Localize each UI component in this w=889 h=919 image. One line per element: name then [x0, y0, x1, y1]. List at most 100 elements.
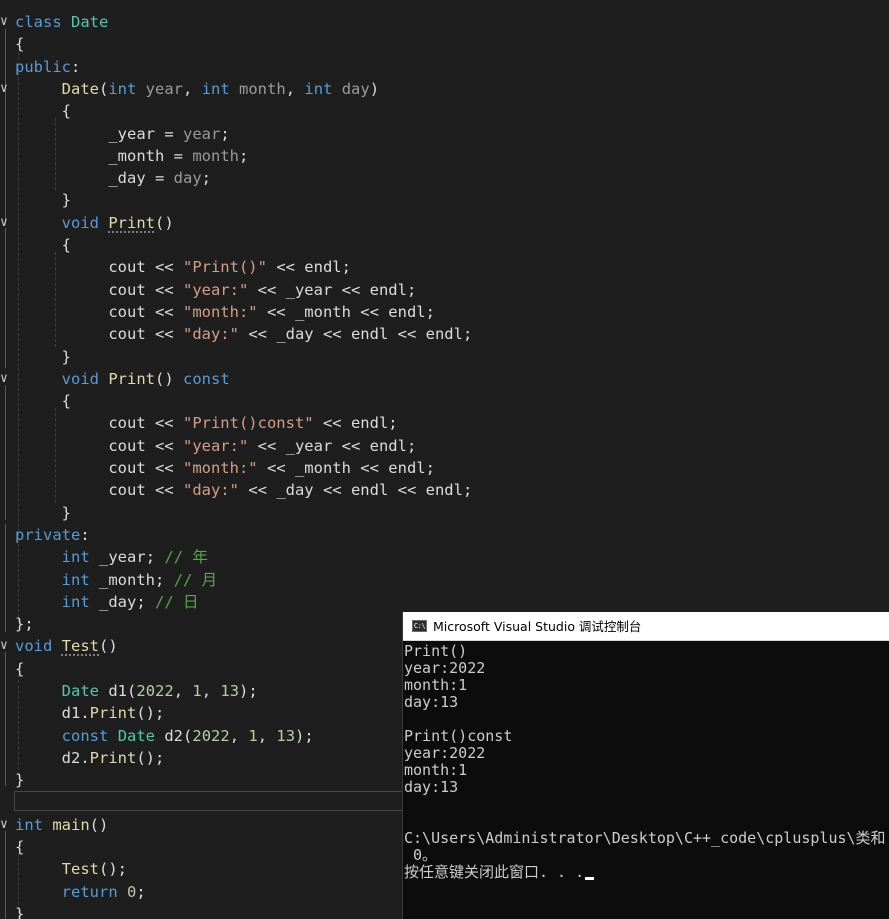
code-token: 2022	[136, 682, 174, 700]
code-token: :	[71, 58, 81, 76]
code-token: 0	[127, 883, 137, 901]
code-token: int	[201, 80, 230, 98]
scope-bar-class-2	[5, 228, 6, 368]
code-token: ,	[183, 80, 202, 98]
code-token: 1	[192, 682, 202, 700]
code-token: <<	[257, 303, 295, 321]
code-token: "month:"	[182, 303, 258, 321]
debug-console-window[interactable]: C:\ Microsoft Visual Studio 调试控制台 Print(…	[402, 612, 889, 919]
code-token: 13	[276, 727, 296, 745]
code-token: << endl << endl;	[313, 325, 473, 343]
code-token: };	[15, 615, 34, 633]
console-line-text: day:13	[404, 693, 459, 711]
code-token: Test	[61, 860, 99, 878]
code-token: << endl;	[332, 437, 417, 455]
code-token: }	[15, 504, 71, 522]
code-token: Print	[108, 370, 156, 388]
code-token: "month:"	[182, 459, 258, 477]
code-text: cout << "day:" << _day << endl << endl;	[15, 479, 472, 501]
code-token: Test	[61, 637, 99, 655]
code-token: _month	[108, 147, 165, 165]
console-line-text: 按任意键关闭此窗口. . .	[404, 863, 585, 881]
code-token: ;	[145, 548, 165, 566]
code-token: void	[61, 370, 99, 388]
code-token: {	[15, 35, 25, 53]
code-token: 13	[220, 682, 240, 700]
code-text: }	[15, 903, 24, 919]
code-token: {	[15, 660, 25, 678]
code-text: cout << "year:" << _year << endl;	[15, 435, 416, 457]
code-token: << endl;	[266, 258, 351, 276]
console-line: 按任意键关闭此窗口. . .	[404, 863, 595, 881]
fold-toggle-icon[interactable]: ∨	[0, 212, 12, 234]
code-text: cout << "Print()" << endl;	[15, 256, 351, 278]
code-token: <<	[238, 325, 277, 343]
code-token: ()	[155, 214, 174, 232]
fold-toggle-icon[interactable]: ∨	[0, 368, 12, 390]
code-token: cout <<	[15, 481, 183, 499]
code-token: // 年	[164, 548, 208, 566]
console-app-icon: C:\	[412, 620, 427, 632]
code-text: Date(int year, int month, int day)	[15, 78, 379, 100]
fold-toggle-icon[interactable]: ∨	[0, 11, 12, 33]
code-token: ()	[155, 370, 184, 388]
code-token: ;	[201, 169, 211, 187]
code-token: int	[61, 548, 90, 566]
code-token: "year:"	[182, 281, 249, 299]
console-output[interactable]: Print() year:2022 month:1 day:13 Print()cons…	[403, 642, 889, 919]
code-text: const Date d2(2022, 1, 13);	[15, 725, 314, 747]
code-token: {	[15, 838, 25, 856]
console-titlebar[interactable]: C:\ Microsoft Visual Studio 调试控制台	[403, 612, 889, 641]
code-token: {	[15, 236, 71, 254]
scope-bar-test	[5, 652, 6, 786]
code-token: 2022	[192, 727, 230, 745]
code-text: void Print() const	[15, 368, 230, 390]
fold-toggle-icon[interactable]: ∨	[0, 78, 12, 100]
code-text: cout << "month:" << _month << endl;	[15, 457, 435, 479]
code-token: cout <<	[15, 281, 183, 299]
code-token: ,	[173, 682, 193, 700]
code-token: cout <<	[15, 414, 183, 432]
code-token: class	[15, 13, 71, 31]
code-text: d1.Print();	[15, 702, 165, 724]
code-text: return 0;	[15, 881, 146, 903]
console-line: 0。	[404, 847, 437, 864]
code-token: _month	[294, 303, 351, 321]
code-token: month	[192, 147, 239, 165]
code-token: year	[183, 125, 221, 143]
code-text: cout << "month:" << _month << endl;	[15, 301, 435, 323]
code-token: ;	[136, 883, 146, 901]
code-token: ;	[220, 125, 230, 143]
code-token: _year	[108, 125, 155, 143]
code-token: )	[369, 80, 380, 98]
code-token: d1	[108, 682, 128, 700]
code-text: void Test()	[15, 635, 118, 657]
code-text: }	[15, 346, 71, 368]
code-token: {	[15, 392, 71, 410]
code-token: _day	[276, 325, 314, 343]
code-text: cout << "year:" << _year << endl;	[15, 279, 416, 301]
fold-toggle-icon[interactable]: ∨	[0, 635, 12, 657]
code-token: _year	[285, 437, 333, 455]
code-token: (	[183, 727, 193, 745]
code-token: int	[15, 816, 43, 834]
code-token: void	[61, 214, 99, 232]
code-text: _day = day;	[15, 167, 211, 189]
code-text: cout << "Print()const" << endl;	[15, 412, 397, 434]
code-text: int _month; // 月	[15, 569, 218, 591]
fold-toggle-icon[interactable]: ∨	[0, 814, 12, 836]
code-token: ()	[89, 816, 109, 834]
console-line: C:\Users\Administrator\Desktop\C++_code\…	[404, 830, 886, 847]
code-token: return	[61, 883, 118, 901]
code-text: void Print()	[15, 212, 174, 234]
scope-bar-class-3	[5, 385, 6, 520]
